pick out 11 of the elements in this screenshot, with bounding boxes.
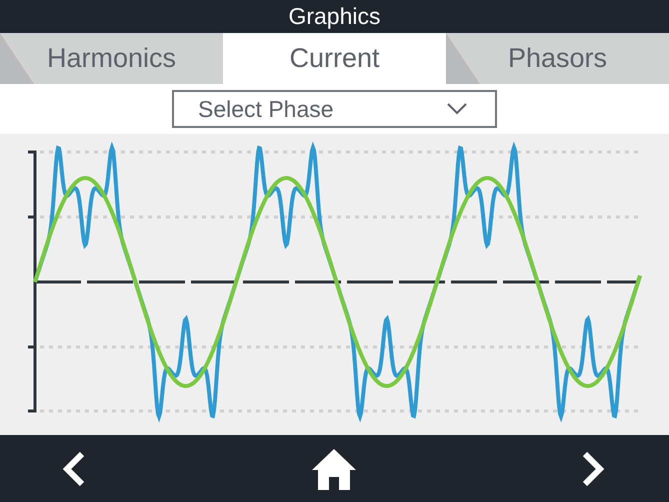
phase-dropdown[interactable]: Select Phase <box>172 90 497 128</box>
window-title: Graphics <box>288 3 381 30</box>
tab[interactable]: Phasors <box>446 33 669 84</box>
home-button[interactable] <box>310 448 356 490</box>
home-icon <box>310 448 356 490</box>
chevron-right-icon <box>581 450 605 486</box>
chevron-down-icon <box>447 103 467 115</box>
forward-button[interactable] <box>581 450 605 486</box>
chevron-left-icon <box>62 450 86 486</box>
tab[interactable]: Harmonics <box>0 33 223 84</box>
back-button[interactable] <box>62 450 86 486</box>
